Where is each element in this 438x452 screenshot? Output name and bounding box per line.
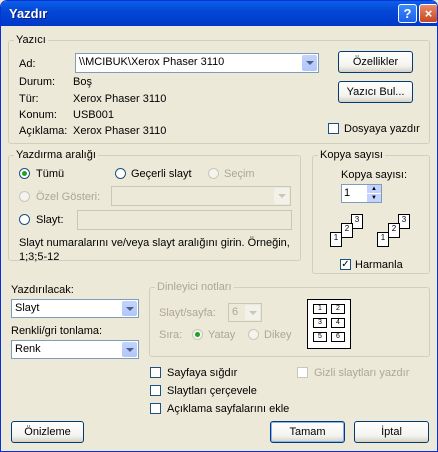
- order-label: Sıra:: [159, 329, 183, 341]
- comment-value: Xerox Phaser 3110: [73, 125, 167, 137]
- preview-cell: 6: [331, 332, 345, 342]
- printer-name-label: Ad:: [19, 58, 36, 70]
- range-all-label: Tümü: [36, 168, 65, 180]
- order-vertical-label: Dikey: [264, 329, 292, 341]
- print-what-select[interactable]: Slayt: [11, 299, 139, 318]
- location-value: USB001: [73, 109, 114, 121]
- slides-per-page-label: Slayt/sayfa:: [159, 307, 216, 319]
- printer-legend: Yazıcı: [16, 34, 46, 46]
- order-horizontal-radio[interactable]: [192, 329, 203, 340]
- color-label: Renkli/gri tonlama:: [11, 325, 103, 337]
- preview-cell: 5: [313, 332, 327, 342]
- page-icon: 1: [377, 232, 389, 247]
- print-range-legend: Yazdırma aralığı: [16, 149, 96, 161]
- printer-name-value: \\MCIBUK\Xerox Phaser 3110: [79, 56, 225, 68]
- copies-count-spinner[interactable]: 1 ▲ ▼: [341, 184, 382, 203]
- fit-to-page-label: Sayfaya sığdır: [167, 367, 238, 379]
- ok-button[interactable]: Tamam: [270, 421, 345, 443]
- copies-legend: Kopya sayısı: [320, 149, 383, 161]
- handouts-group: Dinleyici notları: [149, 281, 430, 357]
- handout-layout-preview: 1 2 3 4 5 6: [307, 299, 351, 349]
- include-comments-label: Açıklama sayfalarını ekle: [167, 403, 290, 415]
- printer-name-select[interactable]: \\MCIBUK\Xerox Phaser 3110: [75, 53, 319, 73]
- frame-slides-label: Slaytları çerçevele: [167, 385, 257, 397]
- page-icon: 2: [341, 223, 353, 238]
- print-what-label: Yazdırılacak:: [11, 284, 74, 296]
- status-value: Boş: [73, 76, 92, 88]
- range-custom-show-radio[interactable]: [19, 191, 30, 202]
- print-to-file-label: Dosyaya yazdır: [344, 123, 420, 135]
- window-title: Yazdır: [9, 6, 48, 21]
- print-dialog: Yazdır ? × Yazıcı Ad: \\MCIBUK\Xerox Pha…: [0, 0, 438, 452]
- range-custom-show-label: Özel Gösteri:: [36, 191, 101, 203]
- order-vertical-radio[interactable]: [248, 329, 259, 340]
- preview-cell: 1: [313, 304, 327, 314]
- range-current-radio[interactable]: [115, 168, 126, 179]
- slides-per-page-value: 6: [232, 306, 239, 318]
- handouts-legend: Dinleyici notları: [157, 281, 232, 293]
- chevron-down-icon[interactable]: [245, 305, 260, 320]
- spin-up-icon[interactable]: ▲: [367, 185, 381, 193]
- print-what-value: Slayt: [15, 302, 40, 314]
- color-select[interactable]: Renk: [11, 340, 139, 359]
- range-current-label: Geçerli slayt: [131, 168, 192, 180]
- color-value: Renk: [15, 343, 41, 355]
- copies-group: Kopya sayısı: [312, 149, 430, 274]
- title-bar: Yazdır ? ×: [1, 1, 437, 26]
- print-hidden-slides-checkbox[interactable]: [297, 367, 308, 378]
- chevron-down-icon[interactable]: [122, 301, 137, 316]
- frame-slides-checkbox[interactable]: [150, 385, 161, 396]
- copies-count-value: 1: [344, 187, 351, 199]
- collate-checkbox[interactable]: ✓: [340, 259, 351, 270]
- range-selection-label: Seçim: [224, 168, 255, 180]
- print-hidden-slides-label: Gizli slaytları yazdır: [314, 367, 410, 379]
- properties-button[interactable]: Özellikler: [338, 51, 413, 73]
- close-button[interactable]: ×: [419, 4, 437, 23]
- preview-cell: 3: [313, 318, 327, 328]
- page-icon: 1: [330, 232, 342, 247]
- location-label: Konum:: [19, 109, 57, 121]
- collate-label: Harmanla: [355, 259, 403, 271]
- chevron-down-icon[interactable]: [302, 55, 317, 71]
- chevron-down-icon[interactable]: [122, 342, 137, 357]
- order-horizontal-label: Yatay: [208, 329, 236, 341]
- custom-show-select[interactable]: [111, 186, 291, 206]
- chevron-down-icon[interactable]: [274, 188, 289, 204]
- copies-count-label: Kopya sayısı:: [341, 169, 408, 181]
- range-slides-radio[interactable]: [19, 214, 30, 225]
- print-to-file-checkbox[interactable]: [328, 123, 339, 134]
- comment-label: Açıklama:: [19, 125, 68, 137]
- type-value: Xerox Phaser 3110: [73, 93, 167, 105]
- range-hint: Slayt numaralarını ve/veya slayt aralığı…: [19, 237, 290, 263]
- include-comments-checkbox[interactable]: [150, 403, 161, 414]
- slides-input[interactable]: [77, 210, 292, 230]
- preview-button[interactable]: Önizleme: [11, 421, 84, 443]
- spin-down-icon[interactable]: ▼: [367, 194, 381, 202]
- fit-to-page-checkbox[interactable]: [150, 367, 161, 378]
- preview-cell: 4: [331, 318, 345, 328]
- preview-cell: 2: [331, 304, 345, 314]
- range-all-radio[interactable]: [19, 168, 30, 179]
- help-button[interactable]: ?: [398, 4, 417, 23]
- type-label: Tür:: [19, 93, 39, 105]
- cancel-button[interactable]: İptal: [354, 421, 429, 443]
- range-slides-label: Slayt:: [36, 214, 64, 226]
- page-icon: 2: [388, 223, 400, 238]
- find-printer-button[interactable]: Yazıcı Bul...: [338, 81, 413, 103]
- range-selection-radio[interactable]: [208, 168, 219, 179]
- status-label: Durum:: [19, 76, 56, 88]
- slides-per-page-select[interactable]: 6: [228, 303, 262, 322]
